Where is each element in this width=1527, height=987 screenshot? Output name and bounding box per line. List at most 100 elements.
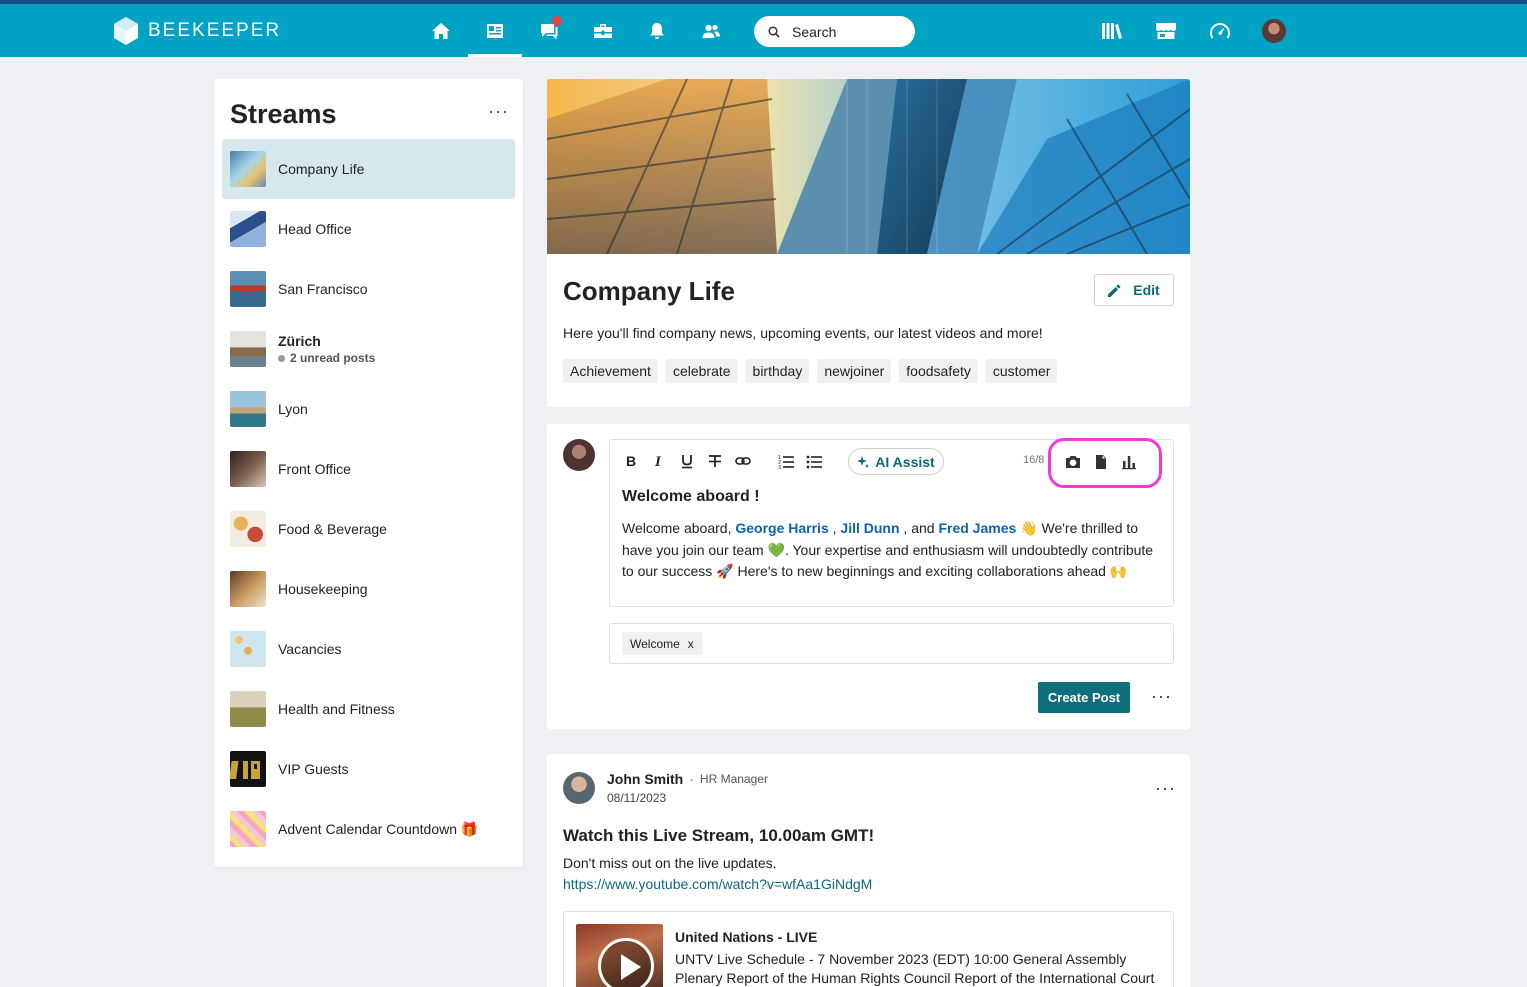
attachment-buttons	[1065, 454, 1137, 470]
brand-logo[interactable]: BEEKEEPER	[114, 17, 281, 45]
streams-title: Streams	[230, 99, 337, 129]
create-post-button[interactable]: Create Post	[1038, 682, 1130, 713]
stream-item-advent-calendar[interactable]: Advent Calendar Countdown 🎁	[222, 799, 515, 859]
pencil-icon	[1108, 283, 1121, 297]
post-more-button[interactable]: ···	[1155, 778, 1176, 799]
stream-item-vip-guests[interactable]: VIP Guests	[222, 739, 515, 799]
stream-header-card: Company Life Edit Here you'll find compa…	[547, 79, 1190, 407]
stream-item-san-francisco[interactable]: San Francisco	[222, 259, 515, 319]
stream-title: Company Life	[563, 276, 735, 306]
nav-people[interactable]	[684, 4, 738, 57]
stream-label: San Francisco	[278, 281, 368, 297]
shop-icon[interactable]	[1154, 20, 1178, 42]
draft-text: , and	[899, 520, 939, 536]
poll-icon[interactable]	[1121, 454, 1137, 470]
feed-post: John Smith · HR Manager 08/11/2023 ··· W…	[547, 754, 1190, 987]
link-preview-card[interactable]: United Nations - LIVE UNTV Live Schedule…	[563, 911, 1174, 987]
mention-george-harris[interactable]: George Harris	[735, 520, 828, 536]
draft-heading: Welcome aboard !	[622, 488, 760, 505]
bell-icon	[650, 22, 664, 39]
link-icon	[735, 457, 751, 465]
stream-label: Vacancies	[278, 641, 342, 657]
author-avatar[interactable]	[563, 772, 595, 804]
top-navigation-bar: BEEKEEPER	[0, 0, 1527, 57]
remove-tag-button[interactable]: x	[688, 637, 694, 651]
composer-avatar	[563, 439, 595, 471]
stream-label: Health and Fitness	[278, 701, 395, 717]
tag-newjoiner[interactable]: newjoiner	[817, 359, 892, 383]
post-text: Don't miss out on the live updates.	[563, 855, 777, 871]
stream-item-company-life[interactable]: Company Life	[222, 139, 515, 199]
stream-item-zurich[interactable]: Zürich 2 unread posts	[222, 319, 515, 379]
tag-customer[interactable]: customer	[985, 359, 1058, 383]
author-separator: ·	[689, 771, 694, 787]
composer-more-button[interactable]: ···	[1151, 686, 1172, 707]
strikethrough-button[interactable]	[706, 452, 724, 470]
stream-thumbnail	[230, 571, 266, 607]
stream-item-housekeeping[interactable]: Housekeeping	[222, 559, 515, 619]
search-box[interactable]	[754, 16, 915, 47]
tag-achievement[interactable]: Achievement	[563, 359, 658, 383]
mention-fred-james[interactable]: Fred James	[938, 520, 1016, 536]
nav-streams[interactable]	[468, 4, 522, 57]
stream-label: Front Office	[278, 461, 351, 477]
bold-button[interactable]: B	[622, 452, 640, 470]
search-input[interactable]	[792, 23, 902, 40]
camera-icon[interactable]	[1065, 454, 1081, 470]
formatting-toolbar: B I 123 AI Assist 16/8	[610, 438, 1175, 488]
streams-icon	[487, 23, 503, 38]
author-name[interactable]: John Smith	[607, 771, 683, 787]
stream-item-front-office[interactable]: Front Office	[222, 439, 515, 499]
stream-item-health-fitness[interactable]: Health and Fitness	[222, 679, 515, 739]
post-title: Watch this Live Stream, 10.00am GMT!	[563, 826, 875, 845]
link-button[interactable]	[734, 452, 752, 470]
nav-notifications[interactable]	[630, 4, 684, 57]
stream-item-head-office[interactable]: Head Office	[222, 199, 515, 259]
streams-sidebar: Streams ··· Company Life Head Office San…	[214, 79, 523, 867]
tag-birthday[interactable]: birthday	[745, 359, 810, 383]
tag-celebrate[interactable]: celebrate	[665, 359, 738, 383]
stream-item-food-beverage[interactable]: Food & Beverage	[222, 499, 515, 559]
main-nav	[414, 4, 738, 57]
nav-chats[interactable]	[522, 4, 576, 57]
mention-jill-dunn[interactable]: Jill Dunn	[840, 520, 899, 536]
post-tags-input[interactable]: Welcome x	[609, 623, 1174, 664]
stream-thumbnail	[230, 751, 266, 787]
underline-button[interactable]	[678, 452, 696, 470]
bullet-list-icon	[806, 455, 822, 469]
streams-more-button[interactable]: ···	[488, 101, 509, 122]
post-editor[interactable]: B I 123 AI Assist 16/8 Welcome aboard ! …	[609, 438, 1175, 607]
stream-label: Housekeeping	[278, 581, 368, 597]
edit-stream-button[interactable]: Edit	[1094, 274, 1174, 306]
author-role: HR Manager	[699, 772, 768, 786]
tag-foodsafety[interactable]: foodsafety	[899, 359, 978, 383]
character-counter: 16/8	[1023, 454, 1045, 466]
svg-text:B: B	[626, 453, 636, 469]
tag-chip-welcome: Welcome x	[622, 632, 702, 655]
ordered-list-icon: 123	[778, 455, 794, 469]
italic-button[interactable]: I	[650, 452, 668, 470]
ai-assist-button[interactable]: AI Assist	[848, 448, 944, 475]
nav-home[interactable]	[414, 4, 468, 57]
video-thumbnail[interactable]	[576, 924, 663, 987]
stream-item-vacancies[interactable]: Vacancies	[222, 619, 515, 679]
nav-tools[interactable]	[576, 4, 630, 57]
draft-text: Welcome aboard,	[622, 520, 736, 536]
bullet-list-button[interactable]	[805, 452, 823, 470]
ordered-list-button[interactable]: 123	[777, 452, 795, 470]
header-right-tools	[1100, 4, 1286, 57]
stream-thumbnail	[230, 451, 266, 487]
stream-item-lyon[interactable]: Lyon	[222, 379, 515, 439]
vip-logo-icon	[230, 761, 260, 779]
search-icon	[768, 25, 780, 38]
stream-label: VIP Guests	[278, 761, 349, 777]
edit-label: Edit	[1133, 282, 1160, 298]
unread-badge	[552, 16, 562, 26]
library-icon[interactable]	[1100, 20, 1124, 42]
profile-avatar[interactable]	[1262, 18, 1286, 43]
file-icon[interactable]	[1093, 454, 1109, 470]
dashboard-icon[interactable]	[1208, 20, 1232, 42]
stream-label: Head Office	[278, 221, 352, 237]
home-icon	[432, 22, 450, 39]
post-link[interactable]: https://www.youtube.com/watch?v=wfAa1GiN…	[563, 876, 872, 892]
